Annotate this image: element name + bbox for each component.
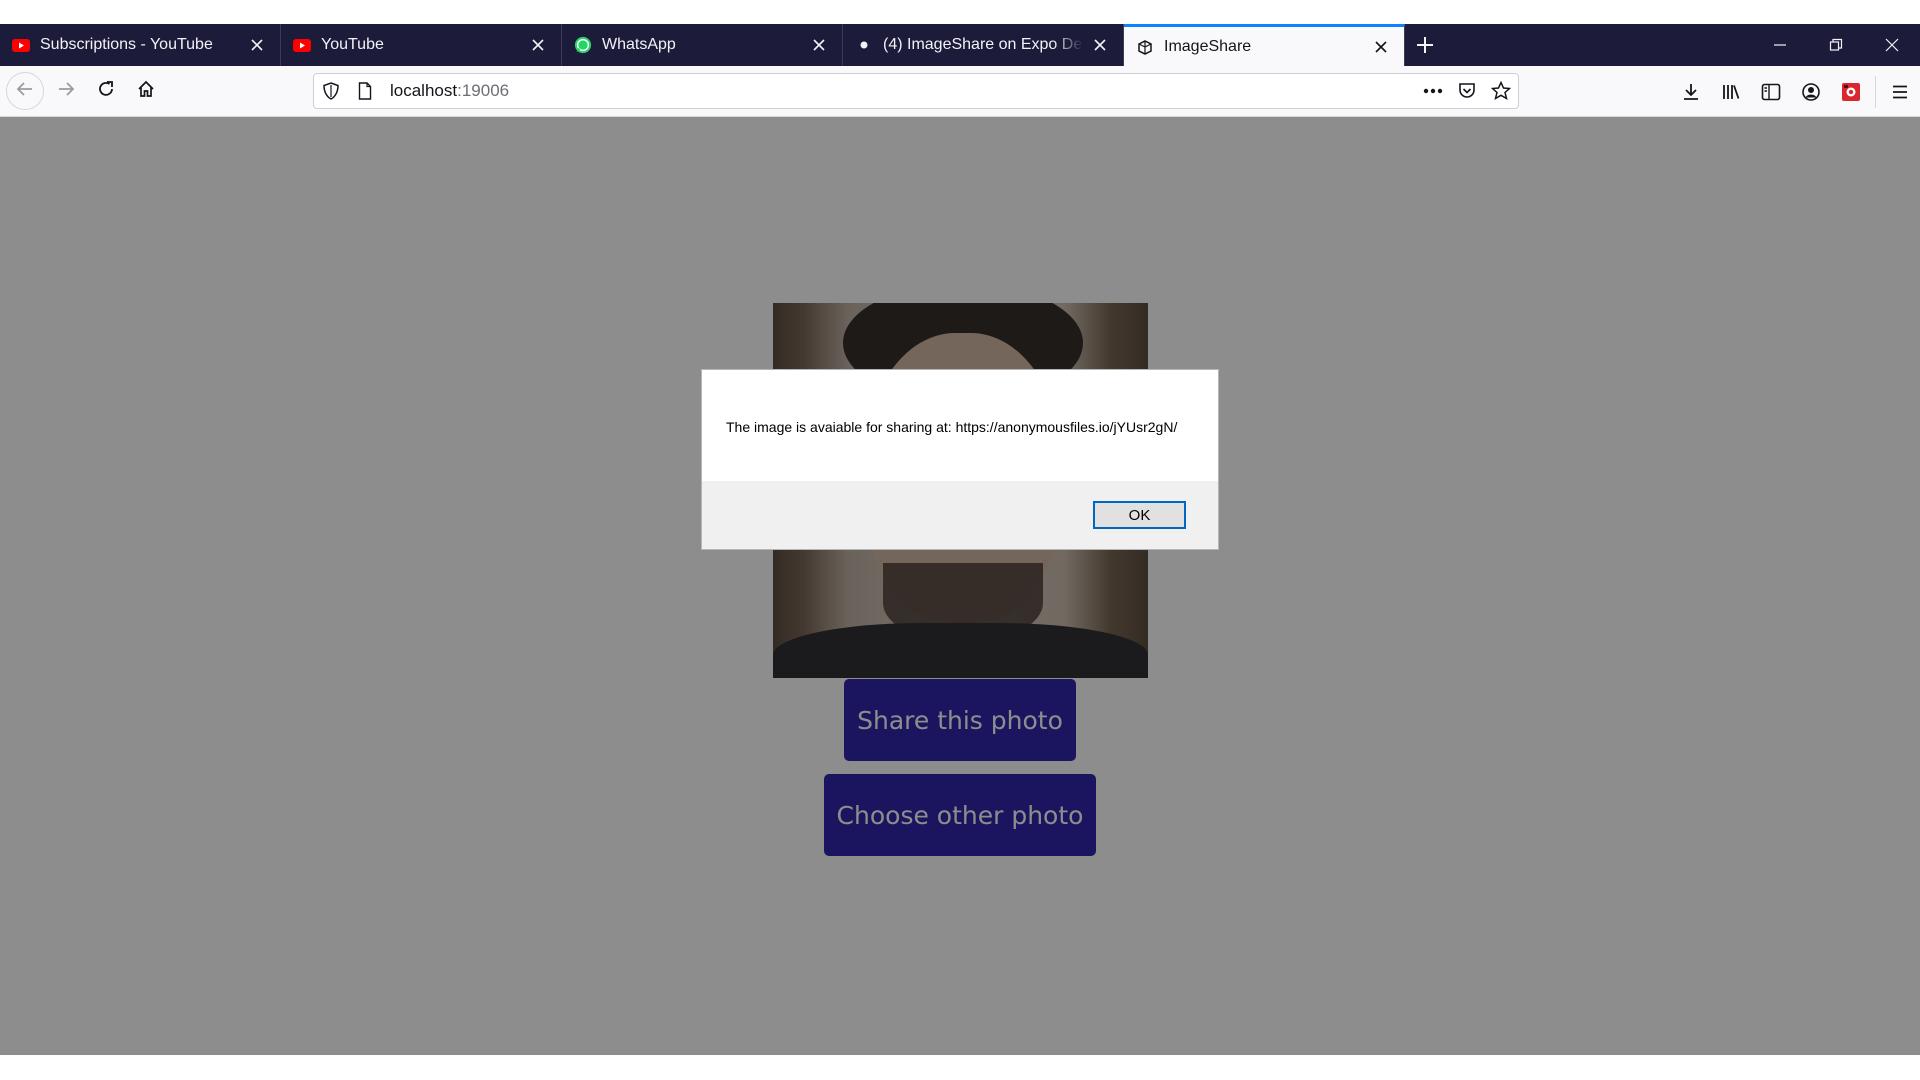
home-button[interactable]: [128, 73, 164, 109]
forward-arrow-icon: [56, 79, 76, 104]
close-icon[interactable]: [808, 34, 830, 56]
close-icon[interactable]: [527, 34, 549, 56]
tab-title: WhatsApp: [602, 36, 676, 53]
downloads-icon[interactable]: [1671, 72, 1711, 112]
home-icon: [136, 79, 156, 104]
bookmark-star-icon[interactable]: [1484, 74, 1518, 108]
dialog-footer: OK: [702, 481, 1218, 549]
tracking-protection-shield-icon[interactable]: [314, 74, 348, 108]
modal-overlay: The image is avaiable for sharing at: ht…: [0, 117, 1920, 1055]
toolbar-right-icons: [1671, 66, 1920, 117]
new-tab-button[interactable]: [1405, 24, 1445, 66]
tab-subscriptions-youtube[interactable]: Subscriptions - YouTube: [0, 24, 281, 66]
account-icon[interactable]: [1791, 72, 1831, 112]
forward-button[interactable]: [48, 73, 84, 109]
page-actions-more-icon[interactable]: [1416, 74, 1450, 108]
library-icon[interactable]: [1711, 72, 1751, 112]
close-icon[interactable]: [246, 34, 268, 56]
address-bar[interactable]: localhost:19006: [313, 73, 1519, 109]
tab-title: Subscriptions - YouTube: [40, 36, 213, 53]
back-button[interactable]: [6, 72, 44, 110]
url-port: :19006: [457, 81, 510, 100]
tab-expo-developer[interactable]: (4) ImageShare on Expo Developer: [843, 24, 1124, 66]
whatsapp-icon: [574, 36, 592, 54]
ok-button[interactable]: OK: [1093, 501, 1186, 529]
window-controls: [1752, 24, 1920, 66]
tab-whatsapp[interactable]: WhatsApp: [562, 24, 843, 66]
url-host: localhost: [390, 81, 458, 100]
expo-icon: [855, 36, 873, 54]
page-info-icon[interactable]: [348, 74, 382, 108]
tab-title: ImageShare: [1164, 37, 1252, 55]
close-icon[interactable]: [1089, 34, 1111, 56]
close-icon[interactable]: [1370, 36, 1392, 58]
tab-title: YouTube: [321, 36, 384, 53]
imageshare-icon: [1136, 38, 1154, 56]
hamburger-menu-icon[interactable]: [1880, 72, 1920, 112]
tab-title: (4) ImageShare on Expo Developer: [883, 36, 1083, 53]
tab-youtube[interactable]: YouTube: [281, 24, 562, 66]
url-text: localhost:19006: [390, 81, 509, 101]
tab-imageshare[interactable]: ImageShare: [1124, 24, 1405, 66]
toolbar-separator: [1875, 75, 1876, 108]
youtube-icon: [293, 36, 311, 54]
tab-strip: Subscriptions - YouTube YouTube WhatsApp…: [0, 24, 1920, 66]
youtube-icon: [12, 36, 30, 54]
window-close-icon[interactable]: [1864, 24, 1920, 66]
alert-message: The image is avaiable for sharing at: ht…: [726, 419, 1178, 435]
back-arrow-icon: [15, 79, 35, 104]
sidebar-icon[interactable]: [1751, 72, 1791, 112]
pocket-icon[interactable]: [1450, 74, 1484, 108]
minimize-icon[interactable]: [1752, 24, 1808, 66]
reload-button[interactable]: [88, 73, 124, 109]
reload-icon: [96, 79, 116, 104]
alert-dialog: The image is avaiable for sharing at: ht…: [701, 369, 1219, 550]
navigation-toolbar: localhost:19006: [0, 66, 1920, 117]
restore-icon[interactable]: [1808, 24, 1864, 66]
extension-icon[interactable]: [1831, 72, 1871, 112]
